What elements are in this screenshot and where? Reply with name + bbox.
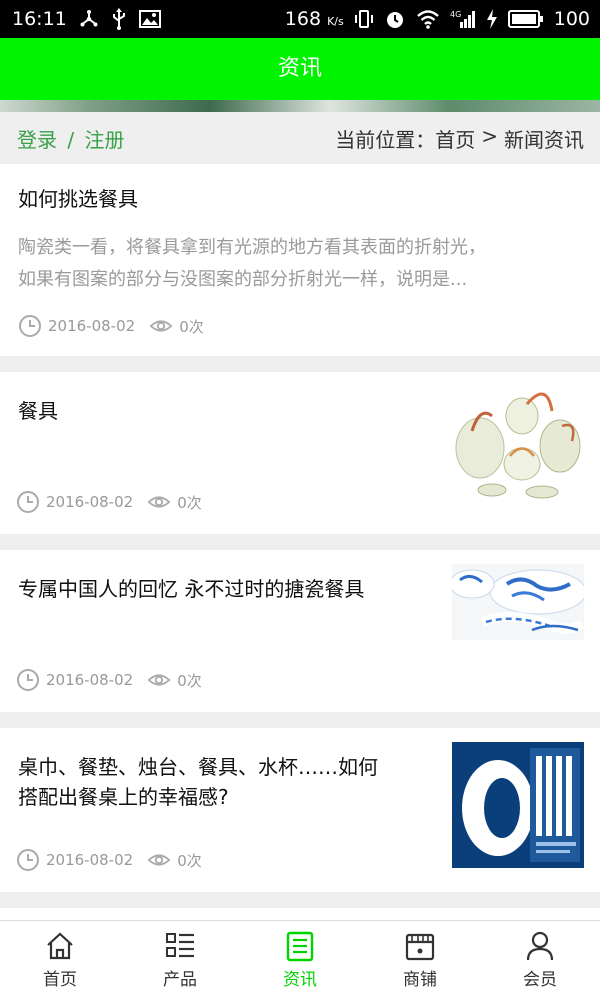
nav-label: 首页	[43, 970, 77, 990]
clock-icon	[18, 314, 42, 338]
auth-links: 登录 / 注册	[17, 124, 124, 153]
article-meta: 2016-08-02 0次	[16, 490, 202, 514]
list-item[interactable]: 如何挑选餐具 陶瓷类一看，将餐具拿到有光源的地方看其表面的折射光， 如果有图案的…	[0, 164, 600, 356]
bottom-nav: 首页 产品 资讯 商铺 会员	[0, 920, 600, 1000]
user-icon	[523, 929, 557, 963]
nav-item-products[interactable]: 产品	[120, 921, 240, 1000]
nav-label: 商铺	[403, 970, 437, 990]
eye-icon	[147, 848, 171, 872]
auth-separator: /	[67, 128, 75, 152]
article-views: 0次	[177, 671, 202, 690]
article-date: 2016-08-02	[46, 493, 134, 511]
article-summary-line: 陶瓷类一看，将餐具拿到有光源的地方看其表面的折射光，	[18, 237, 486, 258]
nav-label: 产品	[163, 970, 197, 990]
wifi-icon	[416, 9, 440, 29]
news-icon	[283, 929, 317, 963]
clock-icon	[16, 848, 40, 872]
article-thumbnail[interactable]	[452, 564, 584, 640]
alarm-icon	[384, 8, 406, 30]
network-speed: 168 K/s	[284, 8, 344, 30]
article-date: 2016-08-02	[46, 671, 134, 689]
status-bar: 16:11 168 K/s 4G 100	[0, 0, 600, 38]
charging-icon	[486, 9, 498, 29]
article-summary-line: 如果有图案的部分与没图案的部分折射光一样，说明是...	[18, 269, 468, 290]
page-title: 资讯	[277, 56, 322, 81]
article-date: 2016-08-02	[46, 851, 134, 869]
banner-image	[0, 100, 600, 112]
nav-item-home[interactable]: 首页	[0, 921, 120, 1000]
clock-icon	[16, 668, 40, 692]
clock-icon	[16, 490, 40, 514]
list-item[interactable]: 桌巾、餐垫、烛台、餐具、水杯……如何 搭配出餐桌上的幸福感? 2016-08-0…	[0, 728, 600, 892]
breadcrumb-home[interactable]: 首页	[435, 124, 475, 153]
list-item[interactable]: 餐具 2016-08-02 0次	[0, 372, 600, 534]
location-bar: 登录 / 注册 当前位置： 首页 > 新闻资讯	[0, 112, 600, 162]
login-link[interactable]: 登录	[17, 128, 57, 152]
image-icon	[138, 10, 161, 28]
usb-icon	[111, 8, 127, 30]
article-meta: 2016-08-02 0次	[16, 668, 202, 692]
eye-icon	[147, 668, 171, 692]
article-title[interactable]: 桌巾、餐垫、烛台、餐具、水杯……如何 搭配出餐桌上的幸福感?	[18, 752, 378, 812]
article-title-line: 搭配出餐桌上的幸福感?	[18, 785, 229, 809]
nav-label: 会员	[523, 970, 557, 990]
register-link[interactable]: 注册	[84, 128, 124, 152]
list-icon	[163, 929, 197, 963]
shop-icon	[403, 929, 437, 963]
signal-icon: 4G	[450, 9, 476, 29]
article-views: 0次	[177, 851, 202, 870]
eye-icon	[147, 490, 171, 514]
article-title[interactable]: 如何挑选餐具	[18, 184, 138, 214]
list-item[interactable]: 专属中国人的回忆 永不过时的搪瓷餐具 2016-08-02 0次	[0, 550, 600, 712]
article-meta: 2016-08-02 0次	[16, 848, 202, 872]
list-item[interactable]	[0, 908, 600, 920]
battery-level: 100	[553, 8, 590, 30]
article-title[interactable]: 专属中国人的回忆 永不过时的搪瓷餐具	[18, 574, 364, 604]
nav-label: 资讯	[283, 970, 317, 990]
nav-item-news[interactable]: 资讯	[240, 921, 360, 1000]
svg-text:4G: 4G	[450, 10, 461, 19]
page-header: 资讯	[0, 38, 600, 100]
nav-item-member[interactable]: 会员	[480, 921, 600, 1000]
nav-item-shop[interactable]: 商铺	[360, 921, 480, 1000]
status-time: 16:11	[12, 8, 67, 30]
eye-icon	[149, 314, 173, 338]
article-thumbnail[interactable]	[452, 386, 584, 512]
vibrate-icon	[354, 9, 374, 29]
article-thumbnail[interactable]	[452, 742, 584, 868]
article-views: 0次	[179, 317, 204, 336]
article-summary: 陶瓷类一看，将餐具拿到有光源的地方看其表面的折射光， 如果有图案的部分与没图案的…	[18, 232, 582, 296]
article-title-line: 桌巾、餐垫、烛台、餐具、水杯……如何	[18, 755, 378, 779]
breadcrumb-label: 当前位置：	[335, 128, 436, 152]
breadcrumb: 当前位置： 首页 > 新闻资讯	[335, 124, 584, 153]
article-date: 2016-08-02	[48, 317, 136, 335]
breadcrumb-section[interactable]: 新闻资讯	[504, 124, 584, 153]
battery-icon	[507, 10, 544, 28]
article-meta: 2016-08-02 0次	[18, 314, 204, 338]
home-icon	[43, 929, 77, 963]
breadcrumb-arrow: >	[481, 124, 498, 148]
share-icon	[79, 9, 99, 29]
article-title[interactable]: 餐具	[18, 396, 58, 426]
article-views: 0次	[177, 493, 202, 512]
